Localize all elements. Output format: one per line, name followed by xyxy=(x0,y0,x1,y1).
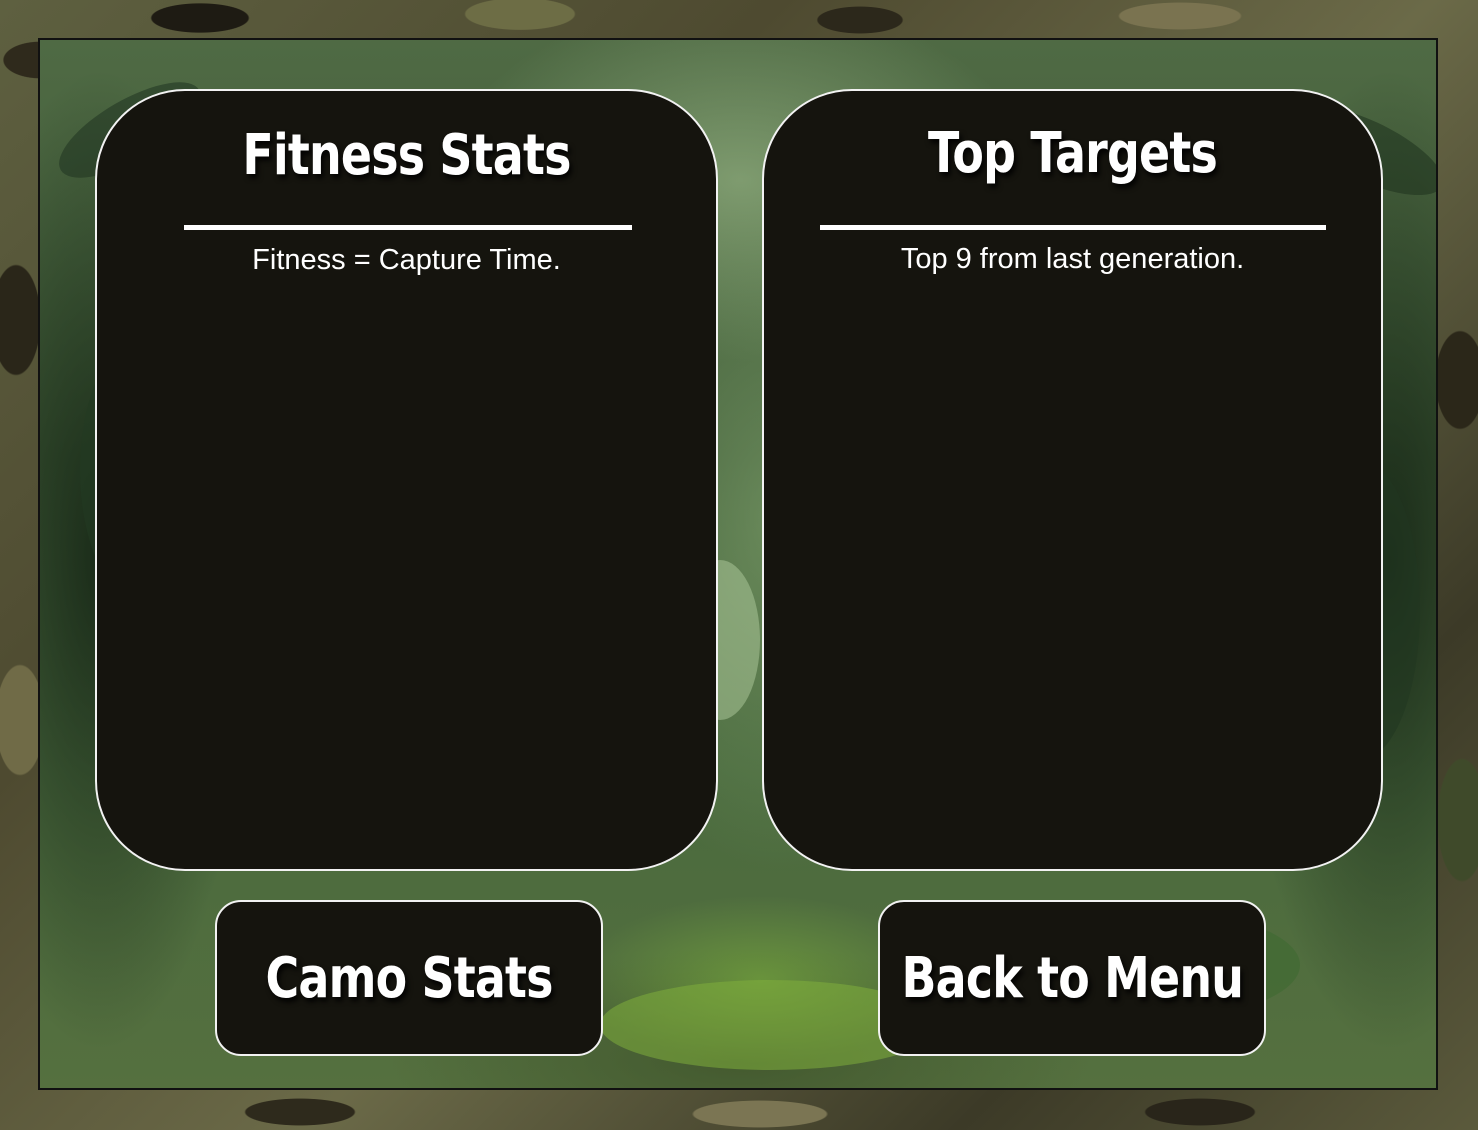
fitness-stats-divider xyxy=(184,225,632,230)
back-to-menu-button[interactable]: Back to Menu xyxy=(878,900,1266,1056)
camo-stats-button[interactable]: Camo Stats xyxy=(215,900,603,1056)
back-to-menu-button-label: Back to Menu xyxy=(901,945,1243,1011)
top-targets-panel: Top Targets Top 9 from last generation. xyxy=(762,89,1383,871)
camo-stats-button-label: Camo Stats xyxy=(265,945,553,1011)
top-targets-subtitle: Top 9 from last generation. xyxy=(900,243,1245,275)
top-targets-title: Top Targets xyxy=(928,121,1218,186)
fitness-stats-subtitle: Fitness = Capture Time. xyxy=(252,244,561,276)
fitness-stats-title: Fitness Stats xyxy=(242,123,571,188)
top-targets-divider xyxy=(820,225,1326,230)
fitness-stats-panel: Fitness Stats Fitness = Capture Time. xyxy=(95,89,718,871)
